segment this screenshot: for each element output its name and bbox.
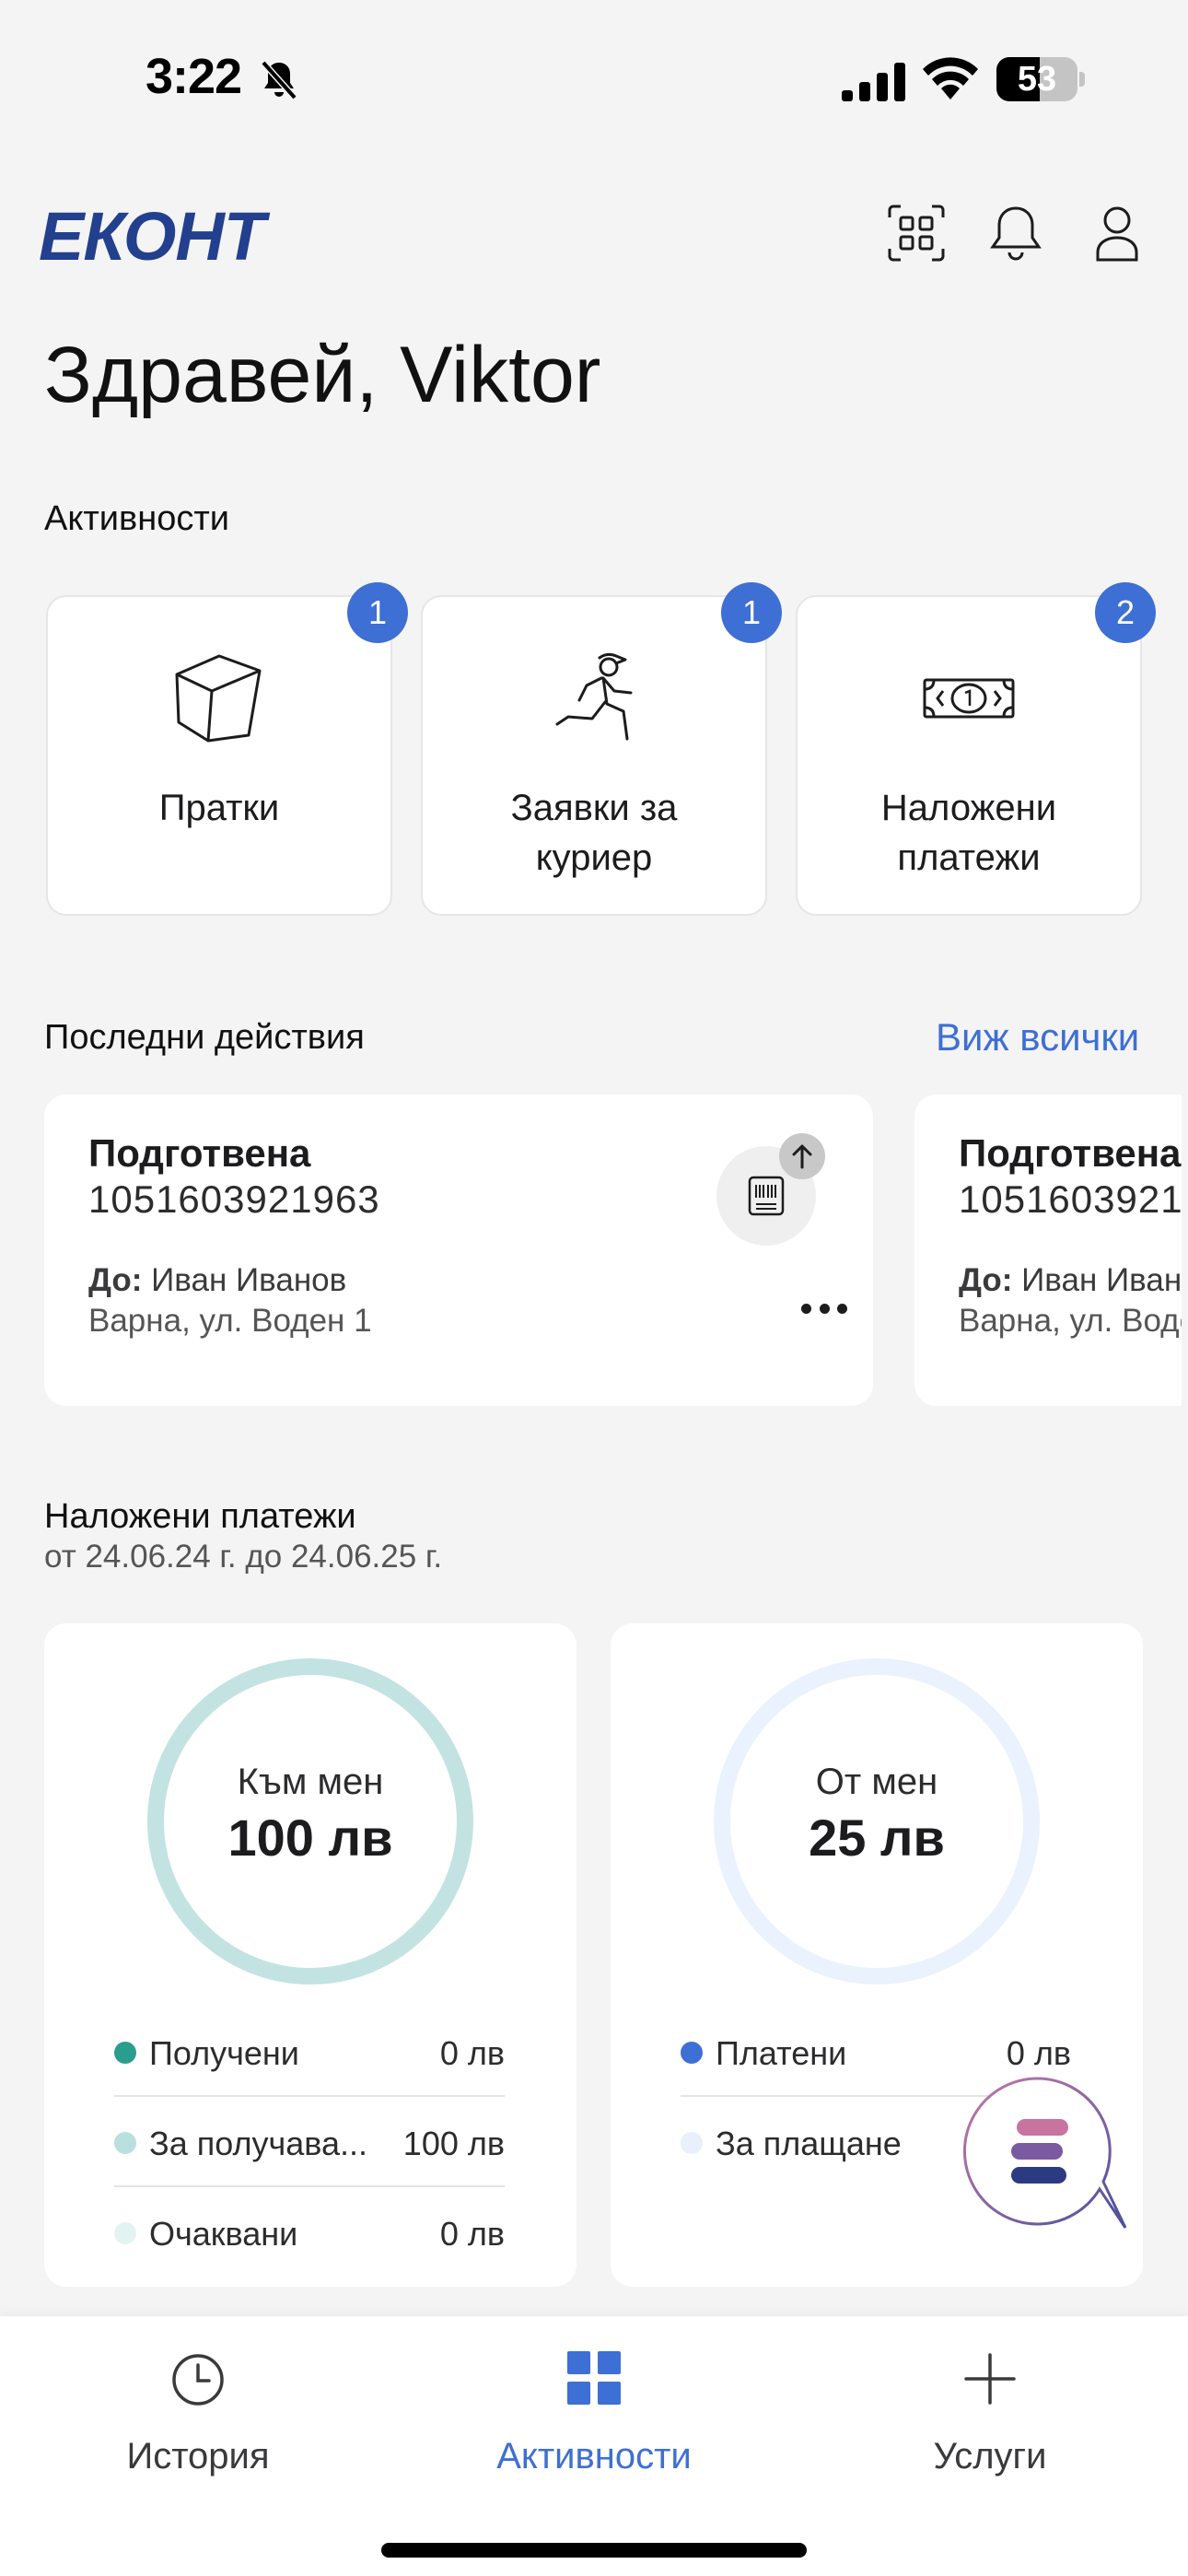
shipment-number: 1051603921963	[88, 1177, 380, 1221]
to-me-label: Към мен	[237, 1762, 384, 1802]
recipient-name: Иван Иванов	[1021, 1262, 1182, 1298]
activity-card-cod-payments[interactable]: Наложени платежи	[796, 595, 1142, 916]
legend-value: 100 лв	[402, 2125, 505, 2162]
recipient-name: Иван Иванов	[151, 1262, 347, 1298]
shipment-status: Подготвена	[959, 1131, 1182, 1175]
nav-label: Услуги	[933, 2436, 1047, 2476]
econt-logo: ЕКОНТ	[39, 198, 265, 275]
status-bar: 3:22 53	[0, 0, 1188, 157]
recipient: До: Иван Иванов	[88, 1262, 346, 1299]
nav-services[interactable]: Услуги	[792, 2316, 1188, 2500]
recent-actions-heading: Последни действия	[44, 1018, 365, 1057]
shipment-status: Подготвена	[88, 1131, 311, 1175]
chat-bubble-icon	[962, 2077, 1127, 2229]
user-icon[interactable]	[1087, 203, 1147, 263]
legend-row-received: Получени 0 лв	[114, 2007, 505, 2097]
legend-label: За плащане	[716, 2125, 902, 2162]
nav-label: История	[126, 2436, 270, 2476]
more-options-icon[interactable]	[801, 1299, 847, 1317]
view-all-link[interactable]: Виж всички	[936, 1015, 1139, 1060]
activities-heading: Активности	[44, 499, 229, 538]
greeting-title: Здравей, Viktor	[44, 331, 601, 419]
badge-count: 2	[1095, 582, 1156, 643]
legend-dot	[681, 2132, 703, 2154]
bottom-navigation: История Активности Услуги	[0, 2316, 1188, 2576]
shipment-card[interactable]: Подготвена 1051603921963 До: Иван Иванов…	[44, 1095, 873, 1406]
bell-off-icon	[261, 60, 297, 100]
shipment-number: 1051603921963	[959, 1177, 1182, 1221]
grid-icon	[567, 2351, 621, 2405]
recipient: До: Иван Иванов	[959, 1262, 1182, 1299]
legend-dot	[114, 2132, 136, 2154]
legend-value: 0 лв	[1006, 2034, 1071, 2072]
cod-payments-heading: Наложени платежи	[44, 1497, 356, 1536]
activity-label-line2: куриер	[535, 837, 653, 878]
from-me-label: От мен	[815, 1762, 938, 1802]
activity-label-line2: платежи	[897, 837, 1041, 878]
legend-value: 0 лв	[439, 2215, 505, 2253]
nav-label: Активности	[496, 2436, 692, 2476]
activity-card-courier-requests[interactable]: Заявки за куриер	[421, 595, 767, 916]
plus-icon	[964, 2353, 1016, 2405]
recipient-address: Варна, ул. Воден 1	[88, 1303, 372, 1339]
badge-count: 1	[347, 582, 408, 643]
nav-history[interactable]: История	[0, 2316, 396, 2500]
wifi-icon	[923, 57, 978, 100]
bell-icon[interactable]	[985, 203, 1046, 263]
recipient-label: До:	[88, 1262, 143, 1298]
running-courier-icon	[555, 652, 633, 741]
home-indicator	[381, 2543, 807, 2558]
battery-percent: 53	[1017, 60, 1057, 99]
qr-scan-icon[interactable]	[886, 203, 947, 263]
legend-label: Платени	[716, 2034, 847, 2072]
recipient-address: Варна, ул. Воден 1	[959, 1303, 1182, 1339]
battery-icon: 53	[996, 57, 1085, 101]
legend-label: За получава...	[149, 2125, 368, 2162]
status-time: 3:22	[146, 49, 242, 104]
legend-value: 0 лв	[439, 2034, 505, 2072]
cell-signal-icon	[842, 63, 905, 101]
box-icon	[175, 654, 262, 743]
from-me-value: 25 лв	[809, 1809, 945, 1867]
to-me-card[interactable]: Към мен 100 лв Получени 0 лв За получава…	[44, 1623, 577, 2287]
badge-count: 1	[721, 582, 782, 643]
chat-assistant-button[interactable]	[960, 2073, 1135, 2248]
banknote-icon	[923, 678, 1015, 719]
legend-label: Получени	[149, 2034, 299, 2072]
activity-label: Заявки за	[510, 788, 678, 828]
to-me-value: 100 лв	[227, 1809, 393, 1867]
legend-row-to-receive: За получава... 100 лв	[114, 2097, 505, 2187]
activity-label: Пратки	[158, 788, 280, 828]
recipient-label: До:	[959, 1262, 1013, 1298]
legend-dot	[114, 2042, 136, 2064]
legend-label: Очаквани	[149, 2215, 298, 2253]
legend-dot	[114, 2222, 136, 2244]
clock-icon	[172, 2354, 224, 2406]
activity-card-shipments[interactable]: Пратки	[46, 595, 392, 916]
cod-period: от 24.06.24 г. до 24.06.25 г.	[44, 1539, 443, 1575]
arrow-up-icon	[779, 1133, 825, 1179]
nav-activities[interactable]: Активности	[396, 2316, 792, 2500]
legend-row-expected: Очаквани 0 лв	[114, 2187, 505, 2277]
activity-label: Наложени	[880, 788, 1057, 828]
shipment-card[interactable]: Подготвена 1051603921963 До: Иван Иванов…	[914, 1095, 1182, 1406]
legend-dot	[681, 2042, 703, 2064]
